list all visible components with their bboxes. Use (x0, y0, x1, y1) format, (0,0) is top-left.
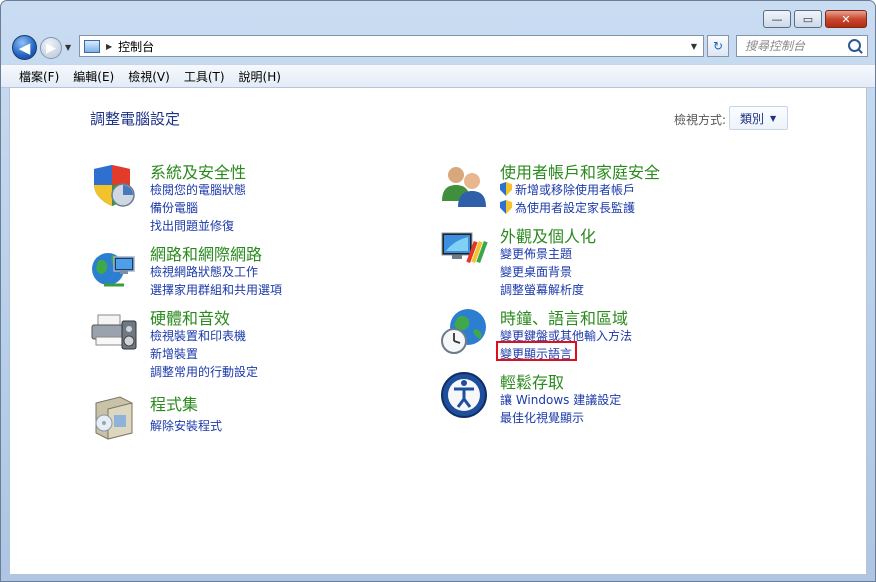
address-dropdown-icon[interactable]: ▼ (691, 42, 697, 51)
category-title-user-accounts[interactable]: 使用者帳戶和家庭安全 (500, 159, 660, 183)
category-title-ease-of-access[interactable]: 輕鬆存取 (500, 369, 564, 393)
search-input[interactable] (743, 38, 847, 54)
menu-edit[interactable]: 編輯(E) (66, 68, 121, 85)
menu-tools[interactable]: 工具(T) (177, 68, 232, 85)
globe-clock-icon[interactable] (440, 307, 488, 355)
control-panel-icon (84, 39, 100, 53)
category-title-network-internet[interactable]: 網路和網際網路 (150, 241, 262, 265)
page-title: 調整電腦設定 (90, 110, 181, 128)
category-title-clock-language-region[interactable]: 時鐘、語言和區域 (500, 305, 628, 329)
link-change-desktop-background[interactable]: 變更桌面背景 (500, 263, 572, 280)
printer-icon[interactable] (90, 307, 138, 355)
category-title-appearance[interactable]: 外觀及個人化 (500, 223, 596, 247)
recent-pages-dropdown-icon[interactable]: ▼ (65, 43, 71, 52)
link-review-computer-status[interactable]: 檢閱您的電腦狀態 (150, 181, 246, 198)
menu-bar: 檔案(F) 編輯(E) 檢視(V) 工具(T) 說明(H) (1, 64, 875, 88)
uac-shield-icon (500, 200, 512, 214)
view-by-dropdown[interactable]: 類別 ▼ (729, 106, 788, 130)
link-backup-computer[interactable]: 備份電腦 (150, 199, 198, 216)
link-mobility-settings[interactable]: 調整常用的行動設定 (150, 363, 258, 380)
highlight-annotation-box (496, 341, 577, 361)
shield-icon[interactable] (90, 161, 138, 209)
refresh-button[interactable]: ↻ (707, 35, 729, 57)
link-change-theme[interactable]: 變更佈景主題 (500, 245, 572, 262)
chevron-down-icon: ▼ (770, 113, 777, 123)
breadcrumb-control-panel[interactable]: 控制台 (118, 38, 154, 55)
navigation-bar: ◀ ▶ ▼ ▶ 控制台 ▼ ↻ (1, 32, 875, 62)
content-area: 調整電腦設定 檢視方式: 類別 ▼ 系統及安全性 檢閱您的電腦狀態 備份電腦 找… (9, 87, 867, 575)
view-by-label: 檢視方式: (674, 113, 727, 127)
users-icon[interactable] (440, 161, 488, 209)
menu-view[interactable]: 檢視(V) (121, 68, 177, 85)
address-bar[interactable]: ▶ 控制台 ▼ (79, 35, 704, 57)
uac-shield-icon (500, 182, 512, 196)
breadcrumb-separator-icon[interactable]: ▶ (106, 42, 112, 51)
category-title-programs[interactable]: 程式集 (150, 391, 198, 415)
link-parental-controls[interactable]: 為使用者設定家長監護 (500, 199, 635, 216)
monitor-palette-icon[interactable] (440, 225, 488, 273)
menu-help[interactable]: 說明(H) (232, 68, 288, 85)
link-view-devices-printers[interactable]: 檢視裝置和印表機 (150, 327, 246, 344)
ease-of-access-icon[interactable] (440, 371, 488, 419)
link-add-remove-accounts[interactable]: 新增或移除使用者帳戶 (500, 181, 635, 198)
category-title-hardware-sound[interactable]: 硬體和音效 (150, 305, 230, 329)
link-homegroup-sharing[interactable]: 選擇家用群組和共用選項 (150, 281, 282, 298)
control-panel-window: — ▭ ✕ ◀ ▶ ▼ ▶ 控制台 ▼ ↻ 檔案(F) 編輯(E) 檢視(V) … (0, 0, 876, 582)
programs-box-icon[interactable] (90, 393, 138, 441)
menu-file[interactable]: 檔案(F) (12, 68, 66, 85)
link-adjust-screen-resolution[interactable]: 調整螢幕解析度 (500, 281, 584, 298)
link-view-network-status[interactable]: 檢視網路狀態及工作 (150, 263, 258, 280)
category-title-system-security[interactable]: 系統及安全性 (150, 159, 246, 183)
search-icon[interactable] (848, 39, 861, 52)
close-button[interactable]: ✕ (825, 10, 867, 28)
minimize-button[interactable]: — (763, 10, 791, 28)
link-let-windows-suggest[interactable]: 讓 Windows 建議設定 (500, 391, 621, 408)
back-button[interactable]: ◀ (12, 35, 37, 60)
view-by-value: 類別 (740, 111, 765, 126)
link-optimize-visual-display[interactable]: 最佳化視覺顯示 (500, 409, 584, 426)
search-box[interactable] (736, 35, 868, 57)
maximize-button[interactable]: ▭ (794, 10, 822, 28)
caption-buttons: — ▭ ✕ (760, 10, 867, 28)
forward-button[interactable]: ▶ (40, 37, 62, 59)
link-add-device[interactable]: 新增裝置 (150, 345, 198, 362)
globe-network-icon[interactable] (90, 243, 138, 291)
link-find-fix-problems[interactable]: 找出問題並修復 (150, 217, 234, 234)
link-uninstall-program[interactable]: 解除安裝程式 (150, 417, 222, 434)
